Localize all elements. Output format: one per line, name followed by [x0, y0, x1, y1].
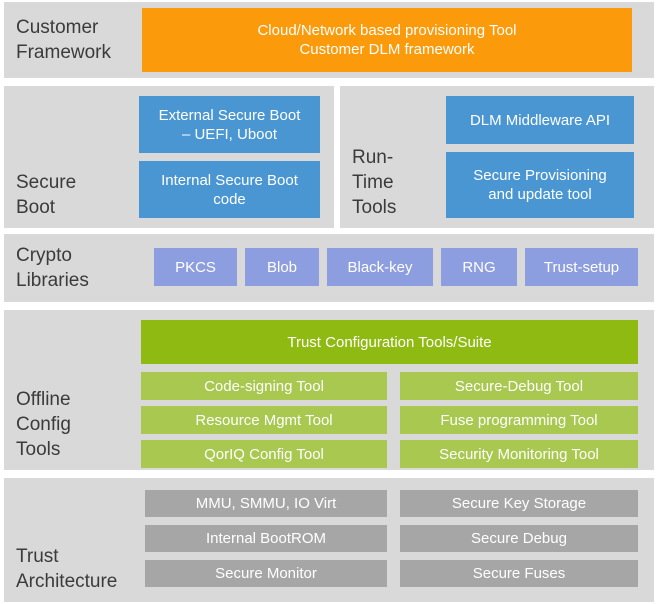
band-label-customer-framework: Customer Framework: [16, 15, 144, 65]
box-fuse-programming-tool[interactable]: Fuse programming Tool: [400, 406, 638, 434]
box-line: RNG: [462, 258, 496, 276]
box-internal-secure-boot-code[interactable]: Internal Secure Boot code: [139, 161, 320, 218]
box-external-secure-boot[interactable]: External Secure Boot – UEFI, Uboot: [139, 96, 320, 153]
box-trust-setup[interactable]: Trust-setup: [525, 248, 638, 286]
band-label-line: Config: [16, 414, 71, 435]
box-secure-provisioning-and-update-tool[interactable]: Secure Provisioning and update tool: [446, 152, 634, 218]
box-line: Secure Key Storage: [451, 495, 587, 512]
band-label-line: Libraries: [16, 270, 89, 291]
box-line: code: [213, 190, 246, 208]
box-rng[interactable]: RNG: [441, 248, 517, 286]
box-line: Fuse programming Tool: [440, 411, 598, 429]
band-trust-architecture: Trust Architecture MMU, SMMU, IO Virt In…: [4, 478, 654, 602]
band-label-line: Crypto: [16, 245, 72, 266]
box-line: MMU, SMMU, IO Virt: [195, 495, 337, 512]
box-blob[interactable]: Blob: [245, 248, 319, 286]
box-secure-debug-tool[interactable]: Secure-Debug Tool: [400, 372, 638, 400]
box-mmu-smmu-io-virt[interactable]: MMU, SMMU, IO Virt: [145, 490, 387, 517]
box-line: Internal BootROM: [205, 530, 327, 547]
band-label-offline-config-tools: Offline Config Tools: [16, 387, 144, 462]
box-security-monitoring-tool[interactable]: Security Monitoring Tool: [400, 440, 638, 468]
band-crypto-libraries: Crypto Libraries PKCS Blob Black-key RNG…: [4, 234, 654, 302]
band-label-line: Tools: [16, 439, 61, 460]
box-line: – UEFI, Uboot: [181, 125, 278, 143]
box-line: Secure Debug: [471, 530, 567, 547]
box-line: QorIQ Config Tool: [204, 445, 324, 463]
box-line: External Secure Boot: [158, 106, 301, 124]
band-run-time-tools: Run- Time Tools DLM Middleware API Secur…: [340, 86, 654, 228]
band-label-line: Secure: [16, 172, 77, 193]
box-line: Blob: [266, 258, 298, 276]
box-secure-fuses[interactable]: Secure Fuses: [400, 560, 638, 587]
box-secure-monitor[interactable]: Secure Monitor: [145, 560, 387, 587]
box-cloud-network-provisioning-tool[interactable]: Cloud/Network based provisioning Tool Cu…: [142, 8, 632, 72]
box-pkcs[interactable]: PKCS: [154, 248, 237, 286]
box-black-key[interactable]: Black-key: [327, 248, 433, 286]
box-line: Customer DLM framework: [299, 41, 475, 58]
band-label-line: Offline: [16, 389, 71, 410]
band-label-crypto-libraries: Crypto Libraries: [16, 243, 144, 293]
box-line: Internal Secure Boot: [161, 171, 298, 189]
box-line: Black-key: [347, 258, 413, 276]
band-label-secure-boot: Secure Boot: [16, 170, 144, 220]
box-line: Resource Mgmt Tool: [195, 411, 333, 429]
box-resource-mgmt-tool[interactable]: Resource Mgmt Tool: [141, 406, 387, 434]
box-trust-configuration-tools-suite[interactable]: Trust Configuration Tools/Suite: [141, 320, 638, 364]
box-secure-debug[interactable]: Secure Debug: [400, 525, 638, 552]
box-line: Secure Fuses: [472, 565, 566, 582]
box-dlm-middleware-api[interactable]: DLM Middleware API: [446, 96, 634, 144]
box-code-signing-tool[interactable]: Code-signing Tool: [141, 372, 387, 400]
box-line: Security Monitoring Tool: [439, 445, 599, 463]
box-line: DLM Middleware API: [469, 111, 611, 129]
band-label-line: Architecture: [16, 571, 118, 592]
box-line: Trust-setup: [543, 258, 620, 276]
band-offline-config-tools: Offline Config Tools Trust Configuration…: [4, 310, 654, 470]
band-secure-boot: Secure Boot External Secure Boot – UEFI,…: [4, 86, 334, 228]
box-secure-key-storage[interactable]: Secure Key Storage: [400, 490, 638, 517]
box-line: and update tool: [488, 186, 592, 203]
band-label-line: Boot: [16, 197, 56, 218]
box-line: Trust Configuration Tools/Suite: [287, 333, 492, 351]
box-line: PKCS: [175, 258, 216, 276]
box-line: Secure Monitor: [215, 565, 317, 582]
band-label-trust-architecture: Trust Architecture: [16, 544, 144, 594]
box-line: Code-signing Tool: [204, 377, 324, 395]
box-line: Secure Provisioning: [473, 167, 607, 184]
security-architecture-diagram: Customer Framework Cloud/Network based p…: [0, 0, 658, 604]
box-internal-bootrom[interactable]: Internal BootROM: [145, 525, 387, 552]
band-label-line: Customer: [16, 17, 99, 38]
band-label-line: Trust: [16, 546, 59, 567]
box-qoriq-config-tool[interactable]: QorIQ Config Tool: [141, 440, 387, 468]
band-customer-framework: Customer Framework Cloud/Network based p…: [4, 2, 654, 78]
band-label-line: Framework: [16, 42, 112, 63]
box-line: Cloud/Network based provisioning Tool: [257, 22, 517, 39]
box-line: Secure-Debug Tool: [454, 377, 584, 395]
